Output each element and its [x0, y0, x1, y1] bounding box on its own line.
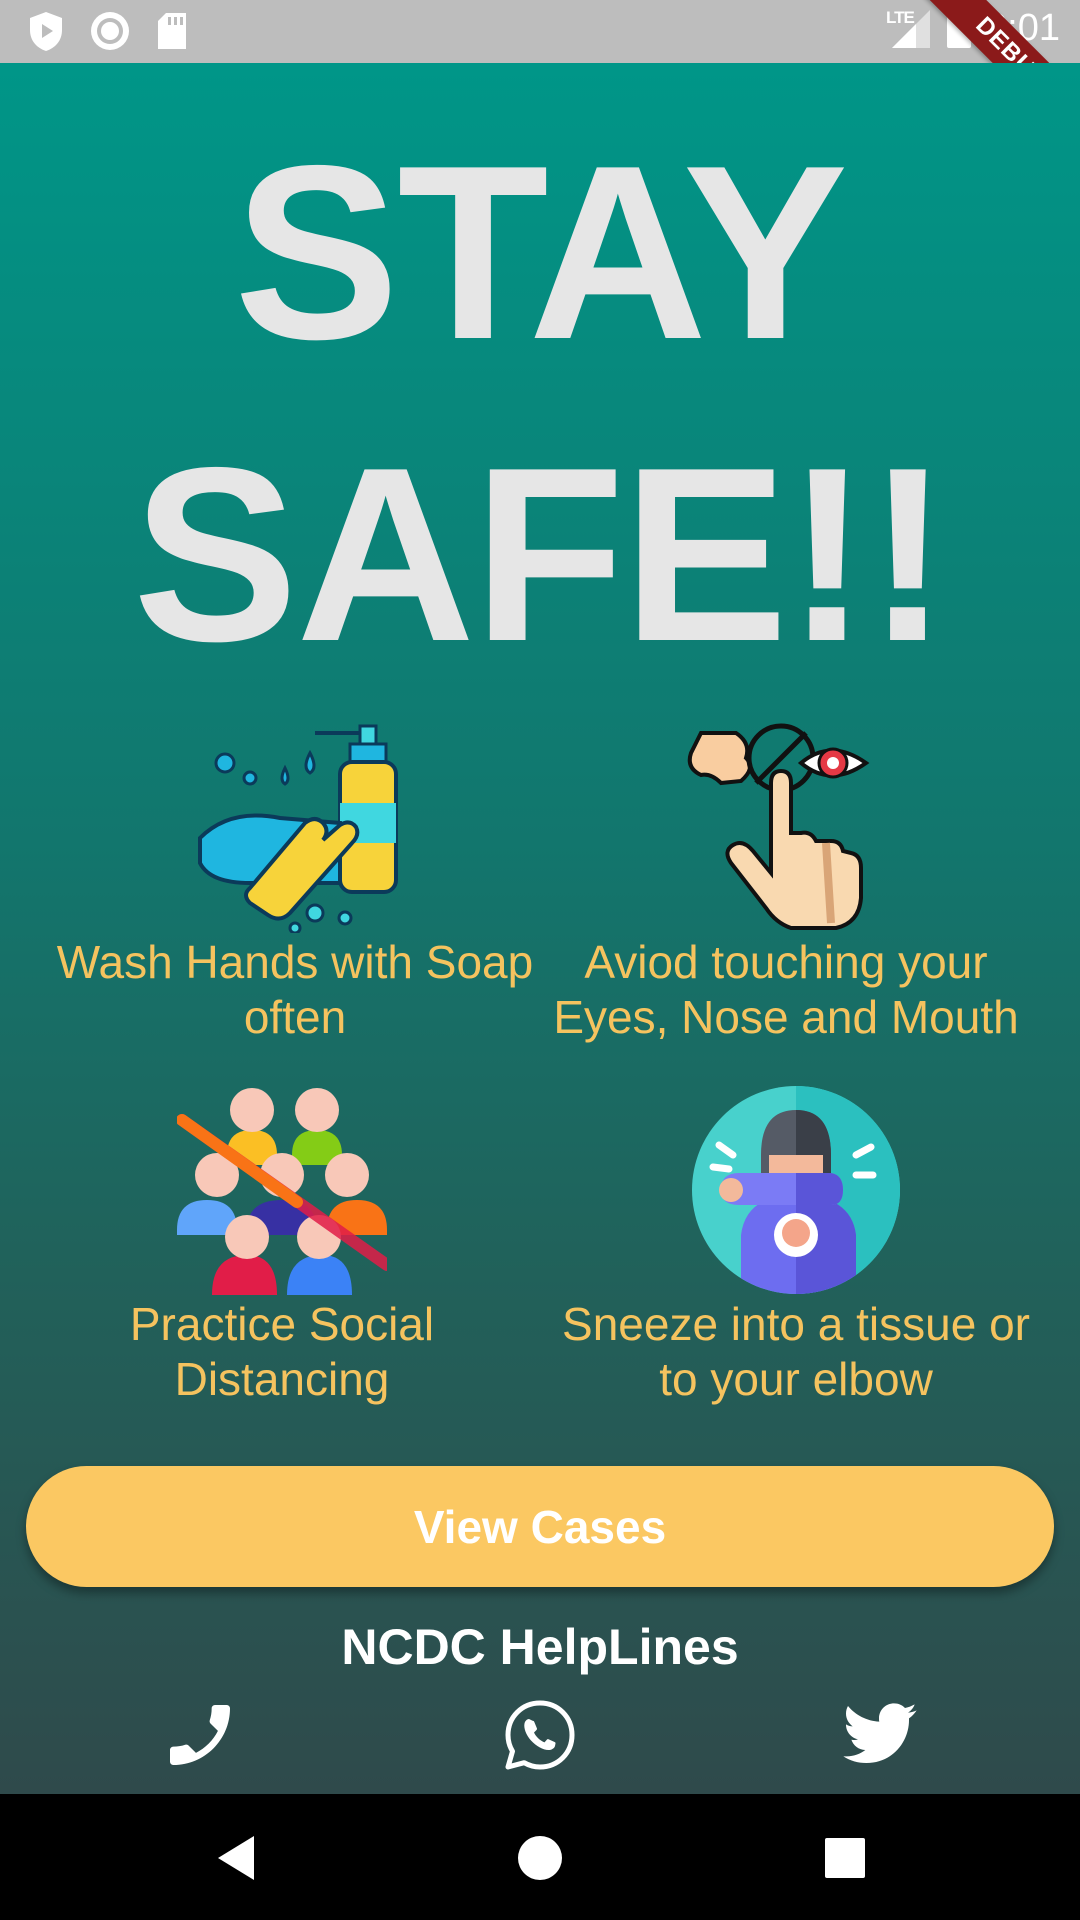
- whatsapp-icon[interactable]: [500, 1695, 580, 1775]
- tip-label-line: to your elbow: [659, 1353, 933, 1405]
- helplines-title: NCDC HelpLines: [341, 1619, 739, 1675]
- wash-hands-icon: [198, 724, 398, 933]
- home-icon[interactable]: [512, 1830, 568, 1886]
- signal-indicator: LTE: [886, 6, 932, 50]
- twitter-icon[interactable]: [840, 1695, 920, 1775]
- tip-label: Practice Social Distancing: [72, 1297, 492, 1407]
- view-cases-button[interactable]: View Cases: [26, 1466, 1054, 1587]
- phone-icon[interactable]: [160, 1695, 240, 1775]
- record-icon: [91, 12, 129, 50]
- no-face-touch-icon: [687, 723, 870, 930]
- notification-icons: [28, 10, 188, 52]
- tip-social-distancing: Practice Social Distancing: [72, 1085, 492, 1407]
- recents-icon[interactable]: [817, 1830, 873, 1886]
- headline-stay: STAY: [233, 113, 848, 391]
- tip-sneeze: Sneeze into a tissue or to your elbow: [550, 1085, 1042, 1407]
- play-protect-icon: [30, 12, 62, 51]
- tip-label-line: Wash Hands with Soap: [56, 936, 534, 988]
- tip-label-line: Practice Social: [129, 1298, 435, 1350]
- tip-label-line: Distancing: [174, 1353, 390, 1405]
- tip-wash-hands: Wash Hands with Soap often: [40, 723, 550, 1045]
- tip-label-line: Eyes, Nose and Mouth: [553, 991, 1019, 1043]
- tip-label-line: often: [243, 991, 347, 1043]
- navigation-bar: [0, 1794, 1080, 1920]
- back-icon[interactable]: [210, 1830, 266, 1886]
- signal-icon: [892, 10, 931, 48]
- tip-label-line: Sneeze into a tissue or: [562, 1298, 1030, 1350]
- main-content: STAY SAFE!! Wash Hands with Soap often A…: [0, 63, 1080, 1794]
- sd-card-icon: [158, 13, 186, 49]
- sneeze-elbow-icon: [692, 1086, 900, 1294]
- tip-label: Wash Hands with Soap often: [40, 935, 550, 1045]
- status-bar: LTE 6:01 DEBUG: [0, 0, 1080, 63]
- tip-label-line: Aviod touching your: [584, 936, 988, 988]
- social-distancing-icon: [177, 1088, 387, 1295]
- headline-safe: SAFE!!: [132, 415, 950, 693]
- tip-label: Aviod touching your Eyes, Nose and Mouth: [540, 935, 1032, 1045]
- tip-label: Sneeze into a tissue or to your elbow: [550, 1297, 1042, 1407]
- tip-avoid-touching-face: Aviod touching your Eyes, Nose and Mouth: [540, 723, 1032, 1045]
